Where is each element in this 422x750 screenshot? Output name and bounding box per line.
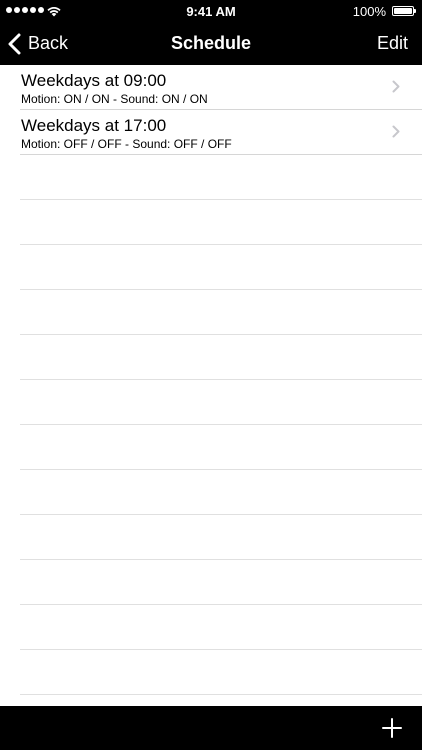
empty-row: [20, 695, 422, 706]
schedule-screen: 9:41 AM 100% Back Schedule Edit Weekdays…: [0, 0, 422, 750]
empty-row: [20, 335, 422, 380]
empty-row: [20, 155, 422, 200]
empty-row: [20, 605, 422, 650]
schedule-row[interactable]: Weekdays at 09:00 Motion: ON / ON - Soun…: [20, 65, 422, 110]
status-bar: 9:41 AM 100%: [0, 0, 422, 22]
battery-icon: [392, 6, 416, 16]
schedule-title: Weekdays at 09:00: [21, 71, 167, 90]
empty-row: [20, 560, 422, 605]
navigation-bar: Back Schedule Edit: [0, 22, 422, 65]
plus-icon[interactable]: [382, 718, 402, 738]
schedule-detail: Motion: ON / ON - Sound: ON / ON: [21, 92, 208, 106]
schedule-title: Weekdays at 17:00: [21, 116, 167, 135]
bottom-toolbar: [0, 706, 422, 750]
empty-row: [20, 650, 422, 695]
chevron-right-icon: [392, 80, 400, 93]
empty-row: [20, 200, 422, 245]
empty-row: [20, 290, 422, 335]
page-title: Schedule: [170, 33, 252, 53]
schedule-detail: Motion: OFF / OFF - Sound: OFF / OFF: [21, 137, 232, 151]
chevron-right-icon: [392, 125, 400, 138]
empty-row: [20, 470, 422, 515]
schedule-row[interactable]: Weekdays at 17:00 Motion: OFF / OFF - So…: [20, 110, 422, 155]
empty-row: [20, 245, 422, 290]
empty-row: [20, 425, 422, 470]
empty-row: [20, 515, 422, 560]
schedule-list: Weekdays at 09:00 Motion: ON / ON - Soun…: [0, 65, 422, 706]
edit-button[interactable]: Edit: [377, 22, 408, 65]
empty-row: [20, 380, 422, 425]
battery-percentage: 100%: [352, 4, 386, 19]
